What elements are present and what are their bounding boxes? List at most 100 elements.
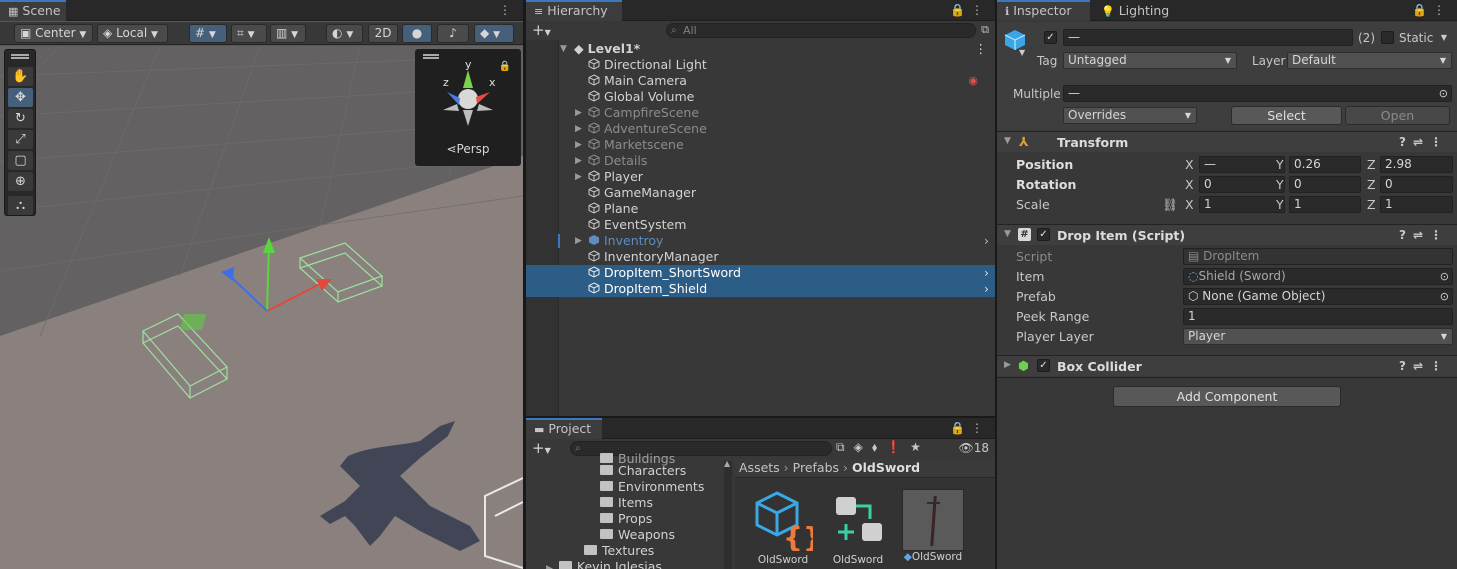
chevron-down-icon[interactable]: ▼ (1019, 48, 1025, 57)
folder-item[interactable]: Environments (600, 479, 704, 495)
hierarchy-item[interactable]: EventSystem (526, 217, 995, 233)
prefab-source-field[interactable]: — ⊙ (1063, 85, 1452, 102)
lighting-toggle-button[interactable]: ● (402, 24, 432, 43)
position-x-field[interactable]: — (1199, 156, 1285, 173)
tab-hierarchy[interactable]: ≡ Hierarchy (526, 0, 622, 21)
effects-toggle-button[interactable]: ◆ ▼ (474, 24, 514, 43)
object-picker-icon[interactable]: ⊙ (1440, 289, 1449, 304)
drag-handle-icon[interactable] (11, 54, 29, 56)
overrides-dropdown[interactable]: Overrides ▼ (1063, 107, 1197, 124)
expand-arrow-icon[interactable]: ▶ (1004, 360, 1011, 370)
select-button[interactable]: Select (1231, 106, 1342, 125)
asset-tile-script[interactable]: {} OldSword (749, 489, 823, 566)
lock-icon[interactable]: 🔒 (950, 3, 971, 17)
hierarchy-item[interactable]: Main Camera ◉ (526, 73, 995, 89)
hierarchy-item-selected[interactable]: DropItem_Shield › (526, 281, 995, 297)
2d-toggle-button[interactable]: 2D (368, 24, 398, 43)
chevron-down-icon[interactable]: ▼ (1441, 33, 1447, 42)
chevron-right-icon[interactable]: › (984, 281, 989, 297)
menu-icon[interactable]: ⋮ (1430, 135, 1449, 149)
breadcrumb-oldsword[interactable]: OldSword (852, 460, 920, 475)
boxcollider-header[interactable]: ▶ ⬢ ✓ Box Collider ?⇌⋮ (997, 355, 1457, 376)
help-icon[interactable]: ? (1399, 359, 1413, 373)
presets-icon[interactable]: ⇌ (1413, 359, 1430, 373)
expand-arrow-icon[interactable]: ▶ (575, 121, 582, 137)
hierarchy-item[interactable]: ▶ Marketscene (526, 137, 995, 153)
dropitem-header[interactable]: ▼ # ✓ Drop Item (Script) ?⇌⋮ (997, 224, 1457, 245)
open-button[interactable]: Open (1345, 106, 1450, 125)
hierarchy-item[interactable]: ▶ Inventroy › (526, 233, 995, 249)
rotation-y-field[interactable]: 0 (1289, 176, 1361, 193)
presets-icon[interactable]: ⇌ (1413, 228, 1430, 242)
expand-arrow-icon[interactable]: ▶ (575, 169, 582, 185)
position-y-field[interactable]: 0.26 (1289, 156, 1361, 173)
axis-gizmo-graphic[interactable]: y z x (415, 54, 521, 134)
folder-item[interactable]: Props (600, 511, 652, 527)
transform-tool-button[interactable]: ⊕ (8, 172, 33, 191)
hierarchy-item[interactable]: ▶ AdventureScene (526, 121, 995, 137)
label-filter-icon[interactable]: ⬧ (872, 440, 886, 454)
transform-header[interactable]: ▼ ⅄ Transform ?⇌⋮ (997, 131, 1457, 152)
tag-dropdown[interactable]: Untagged ▼ (1063, 52, 1237, 69)
rotate-tool-button[interactable]: ↻ (8, 109, 33, 128)
create-button[interactable]: +▼ (532, 21, 551, 39)
tab-scene[interactable]: ▦ Scene (0, 0, 66, 21)
hierarchy-tab-controls[interactable]: 🔒⋮ (950, 3, 989, 17)
breadcrumb-prefabs[interactable]: Prefabs (793, 460, 839, 475)
constrain-proportions-icon[interactable]: ⛓ (1162, 197, 1178, 213)
pivot-dropdown[interactable]: ▣ Center ▼ (14, 24, 93, 43)
prefab-field[interactable]: ⬡ None (Game Object) ⊙ (1183, 288, 1453, 305)
menu-icon[interactable]: ⋮ (1433, 3, 1451, 17)
scale-x-field[interactable]: 1 (1199, 196, 1285, 213)
favorite-icon[interactable]: ★ (910, 440, 930, 454)
expand-arrow-icon[interactable]: ▼ (560, 41, 567, 57)
type-filter-icon[interactable]: ◈ (854, 440, 872, 454)
asset-tile-prefab[interactable]: ◆OldSword (899, 489, 967, 563)
menu-icon[interactable]: ⋮ (971, 421, 989, 435)
tab-lighting[interactable]: 💡 Lighting (1093, 0, 1183, 21)
splitter-horizontal[interactable] (526, 416, 995, 418)
splitter-vertical[interactable] (995, 0, 997, 569)
object-name-field[interactable]: — (1063, 29, 1353, 46)
scene-menu-icon[interactable]: ⋮ (975, 41, 988, 57)
asset-tile-graph[interactable]: OldSword (824, 489, 892, 566)
dropitem-enabled-checkbox[interactable]: ✓ (1037, 228, 1050, 241)
presets-icon[interactable]: ⇌ (1413, 135, 1430, 149)
scroll-up-icon[interactable]: ▲ (724, 459, 730, 468)
add-component-button[interactable]: Add Component (1113, 386, 1341, 407)
search-window-icon[interactable]: ⧉ (836, 440, 854, 454)
collapse-arrow-icon[interactable]: ▼ (1004, 229, 1011, 239)
expand-arrow-icon[interactable]: ▶ (575, 153, 582, 169)
expand-arrow-icon[interactable]: ▶ (575, 137, 582, 153)
orientation-gizmo[interactable]: 🔒 y z x ⋖Persp (415, 49, 521, 166)
collapse-arrow-icon[interactable]: ▼ (1004, 136, 1011, 146)
rotation-z-field[interactable]: 0 (1380, 176, 1453, 193)
chevron-right-icon[interactable]: › (984, 265, 989, 281)
boxcollider-enabled-checkbox[interactable]: ✓ (1037, 359, 1050, 372)
inspector-tab-controls[interactable]: 🔒⋮ (1412, 3, 1451, 17)
create-asset-button[interactable]: +▼ (532, 439, 551, 457)
grid-toggle-button[interactable]: # ▼ (189, 24, 227, 43)
lock-icon[interactable]: 🔒 (950, 421, 971, 435)
custom-tool-button[interactable]: ⛬ (8, 196, 33, 215)
static-checkbox[interactable] (1381, 31, 1394, 44)
peek-range-field[interactable]: 1 (1183, 308, 1453, 325)
tree-scrollbar[interactable]: ▲ (724, 459, 732, 569)
rect-tool-button[interactable]: ▢ (8, 151, 33, 170)
hierarchy-scene-root[interactable]: ▼ ◆ Level1* ⋮ (526, 41, 995, 57)
object-picker-icon[interactable]: ⊙ (1439, 86, 1448, 101)
object-picker-icon[interactable]: ⊙ (1440, 269, 1449, 284)
hierarchy-item[interactable]: Directional Light (526, 57, 995, 73)
component-controls[interactable]: ?⇌⋮ (1399, 359, 1449, 373)
splitter-vertical[interactable] (523, 0, 526, 569)
menu-icon[interactable]: ⋮ (1430, 359, 1449, 373)
help-icon[interactable]: ? (1399, 228, 1413, 242)
warning-icon[interactable]: ❗ (886, 440, 910, 454)
folder-item[interactable]: ▶ Kevin Iglesias (546, 559, 662, 569)
layer-dropdown[interactable]: Default ▼ (1287, 52, 1452, 69)
ruler-button[interactable]: ▥ ▼ (270, 24, 306, 43)
hierarchy-search-input[interactable]: ⌕ All (666, 23, 976, 38)
rotation-x-field[interactable]: 0 (1199, 176, 1285, 193)
draw-mode-button[interactable]: ◐ ▼ (326, 24, 363, 43)
folder-item[interactable]: Items (600, 495, 653, 511)
